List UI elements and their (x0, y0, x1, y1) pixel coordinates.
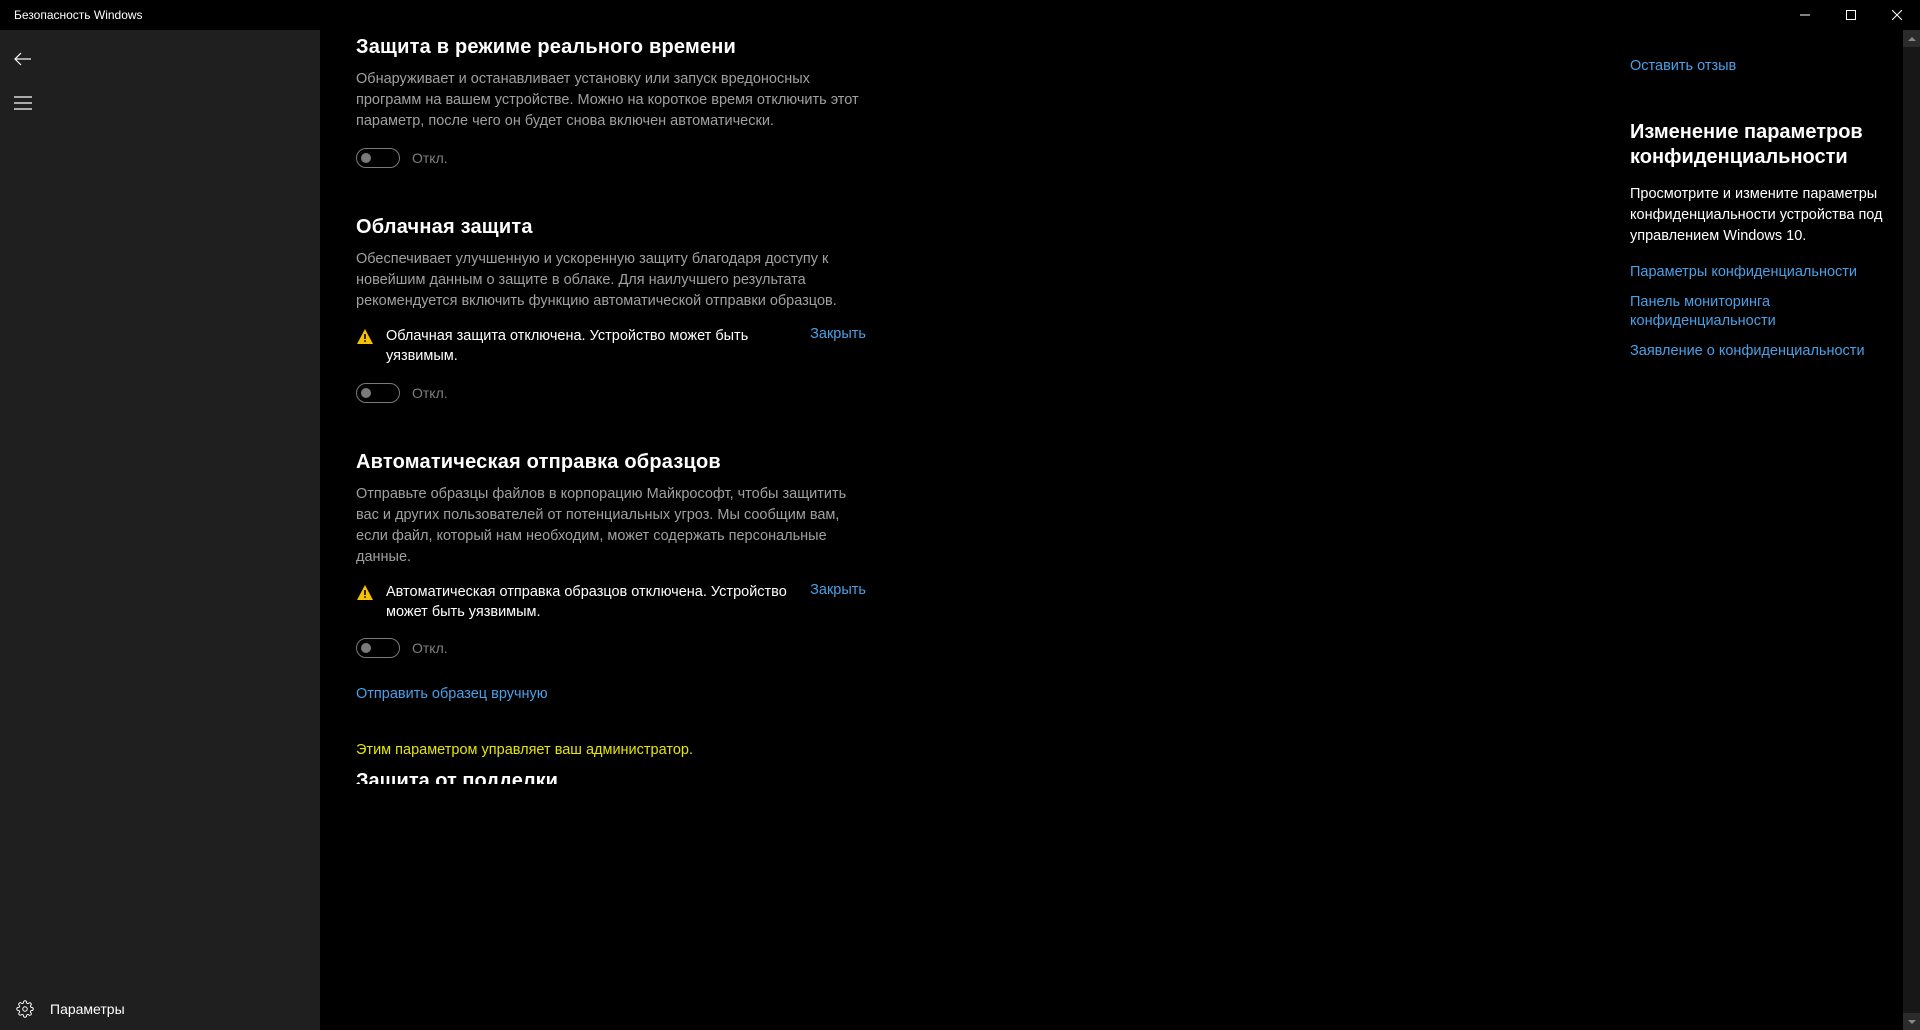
cloud-close-link[interactable]: Закрыть (810, 326, 866, 342)
section-realtime: Защита в режиме реального времени Обнару… (356, 36, 866, 168)
privacy-settings-link[interactable]: Параметры конфиденциальности (1630, 263, 1900, 283)
scroll-down-button[interactable] (1903, 1013, 1920, 1030)
section-sample-desc: Отправьте образцы файлов в корпорацию Ма… (356, 484, 866, 568)
warning-icon (356, 328, 374, 351)
close-icon (1892, 10, 1902, 20)
privacy-desc: Просмотрите и измените параметры конфиде… (1630, 184, 1900, 247)
section-cloud-title: Облачная защита (356, 216, 866, 239)
section-realtime-desc: Обнаруживает и останавливает установку и… (356, 69, 866, 132)
manual-sample-link[interactable]: Отправить образец вручную (356, 686, 866, 702)
section-cloud: Облачная защита Обеспечивает улучшенную … (356, 216, 866, 403)
toggle-realtime[interactable] (356, 148, 400, 168)
window-controls (1782, 0, 1920, 30)
right-cut-heading: Безопасность Windows (1630, 30, 1900, 40)
maximize-button[interactable] (1828, 0, 1874, 30)
privacy-statement-link[interactable]: Заявление о конфиденциальности (1630, 342, 1900, 362)
section-tamper-title-cut: Защита от подделки (356, 770, 866, 784)
minimize-button[interactable] (1782, 0, 1828, 30)
sample-warning-text: Автоматическая отправка образцов отключе… (386, 582, 798, 623)
right-pane: Безопасность Windows Оставить отзыв Изме… (1630, 30, 1920, 1030)
maximize-icon (1846, 10, 1856, 20)
main-content: Защита в режиме реального времени Обнару… (320, 30, 1630, 1030)
section-realtime-title: Защита в режиме реального времени (356, 36, 866, 59)
hamburger-button[interactable] (8, 88, 38, 118)
sidebar-settings-label: Параметры (50, 1001, 125, 1017)
vertical-scrollbar[interactable] (1903, 30, 1920, 1030)
section-sample-title: Автоматическая отправка образцов (356, 451, 866, 474)
warning-icon (356, 584, 374, 607)
sample-warning-row: Автоматическая отправка образцов отключе… (356, 582, 866, 623)
back-arrow-icon (13, 49, 33, 69)
scroll-up-button[interactable] (1903, 30, 1920, 47)
close-button[interactable] (1874, 0, 1920, 30)
admin-note: Этим параметром управляет ваш администра… (356, 742, 866, 758)
privacy-dashboard-link[interactable]: Панель мониторинга конфиденциальности (1630, 293, 1900, 332)
toggle-sample-label: Откл. (412, 640, 448, 656)
body: Параметры Защита в режиме реального врем… (0, 30, 1920, 1030)
toggle-realtime-label: Откл. (412, 150, 448, 166)
privacy-heading: Изменение параметров конфиденциальности (1630, 120, 1900, 170)
toggle-sample[interactable] (356, 638, 400, 658)
back-button[interactable] (8, 44, 38, 74)
section-cloud-desc: Обеспечивает улучшенную и ускоренную защ… (356, 249, 866, 312)
window-title: Безопасность Windows (0, 8, 143, 22)
gear-icon (16, 1000, 34, 1018)
cloud-warning-text: Облачная защита отключена. Устройство мо… (386, 326, 798, 367)
privacy-block: Изменение параметров конфиденциальности … (1630, 120, 1900, 361)
sidebar-settings[interactable]: Параметры (16, 1000, 125, 1018)
sample-close-link[interactable]: Закрыть (810, 582, 866, 598)
feedback-link[interactable]: Оставить отзыв (1630, 58, 1900, 74)
titlebar: Безопасность Windows (0, 0, 1920, 30)
hamburger-icon (14, 96, 32, 110)
section-sample: Автоматическая отправка образцов Отправь… (356, 451, 866, 703)
toggle-cloud[interactable] (356, 383, 400, 403)
minimize-icon (1800, 10, 1810, 20)
cloud-warning-row: Облачная защита отключена. Устройство мо… (356, 326, 866, 367)
toggle-cloud-label: Откл. (412, 385, 448, 401)
sidebar: Параметры (0, 30, 320, 1030)
